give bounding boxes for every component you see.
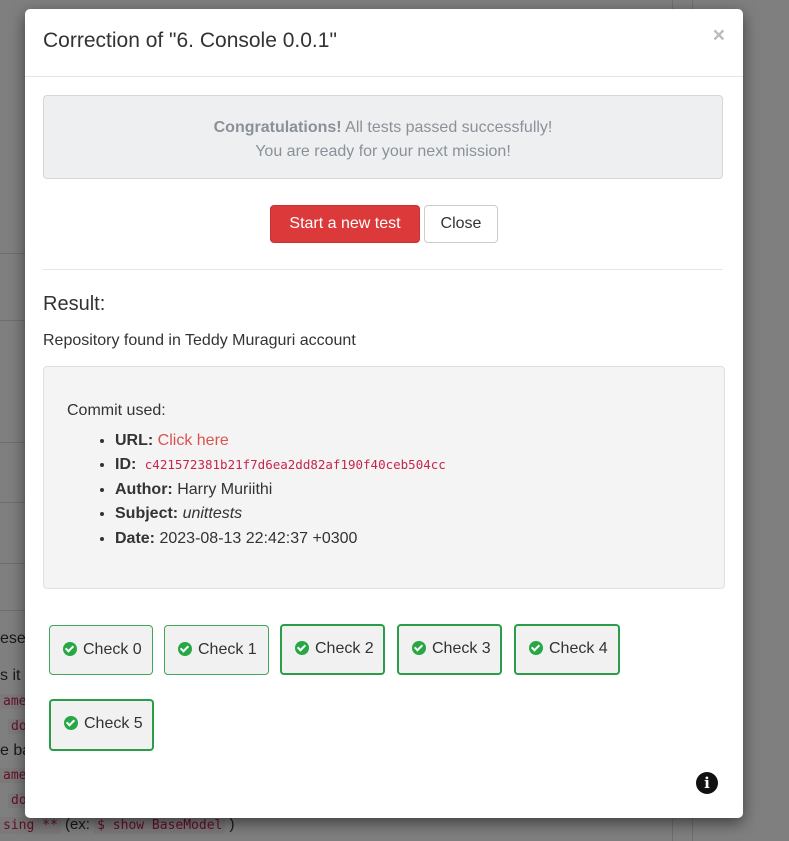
check-label: Check 3 [432, 640, 491, 657]
commit-author: Author: Harry Muriithi [115, 478, 446, 502]
author-value: Harry Muriithi [177, 480, 273, 498]
alert-line-1: Congratulations! All tests passed succes… [44, 116, 722, 140]
check-circle-icon [295, 640, 309, 655]
id-label: ID: [115, 456, 137, 474]
check-button-3[interactable]: Check 3 [397, 624, 502, 675]
check-label: Check 2 [315, 640, 374, 657]
commit-url-link[interactable]: Click here [158, 432, 229, 449]
alert-text: All tests passed successfully! [341, 119, 553, 136]
check-button-0[interactable]: Check 0 [49, 625, 153, 675]
check-circle-icon [64, 715, 78, 730]
check-button-2[interactable]: Check 2 [280, 624, 385, 675]
close-button[interactable]: Close [424, 205, 498, 243]
start-new-test-button[interactable]: Start a new test [270, 205, 420, 243]
check-button-5[interactable]: Check 5 [49, 699, 154, 751]
repository-status: Repository found in Teddy Muraguri accou… [43, 332, 356, 349]
check-circle-icon [178, 641, 192, 656]
commit-id: ID: c421572381b21f7d6ea2dd82af190f40ceb5… [115, 453, 446, 477]
author-label: Author: [115, 480, 173, 498]
alert-strong: Congratulations! [213, 119, 342, 136]
modal-title: Correction of "6. Console 0.0.1" [43, 29, 337, 52]
action-buttons: Start a new test Close [25, 205, 743, 243]
close-icon[interactable]: × [713, 25, 725, 46]
modal-header: Correction of "6. Console 0.0.1" × [25, 9, 743, 77]
subject-value: unittests [182, 505, 243, 523]
check-circle-icon [412, 640, 426, 655]
date-label: Date: [115, 529, 156, 547]
commit-date: Date: 2023-08-13 22:42:37 +0300 [115, 527, 446, 551]
correction-modal: Correction of "6. Console 0.0.1" × Congr… [25, 9, 743, 818]
check-label: Check 0 [83, 641, 142, 658]
check-label: Check 4 [549, 640, 608, 657]
check-label: Check 5 [84, 715, 143, 732]
check-button-4[interactable]: Check 4 [514, 624, 620, 675]
check-circle-icon [63, 641, 77, 656]
success-alert: Congratulations! All tests passed succes… [43, 95, 723, 179]
alert-line-2: You are ready for your next mission! [255, 143, 511, 160]
divider [43, 269, 723, 270]
date-value: 2023-08-13 22:42:37 +0300 [159, 529, 358, 547]
commit-label: Commit used: [67, 402, 166, 419]
url-label: URL: [115, 432, 154, 449]
check-circle-icon [529, 640, 543, 655]
commit-details: URL: Click here ID: c421572381b21f7d6ea2… [93, 429, 446, 551]
subject-label: Subject: [115, 505, 179, 523]
commit-hash: c421572381b21f7d6ea2dd82af190f40ceb504cc [144, 457, 446, 473]
result-heading: Result: [43, 293, 106, 315]
commit-subject: Subject: unittests [115, 502, 446, 526]
commit-url: URL: Click here [115, 429, 446, 453]
commit-panel: Commit used: URL: Click here ID: c421572… [43, 366, 725, 589]
check-button-1[interactable]: Check 1 [164, 625, 269, 675]
check-label: Check 1 [198, 641, 257, 658]
info-icon[interactable]: i [696, 772, 718, 794]
